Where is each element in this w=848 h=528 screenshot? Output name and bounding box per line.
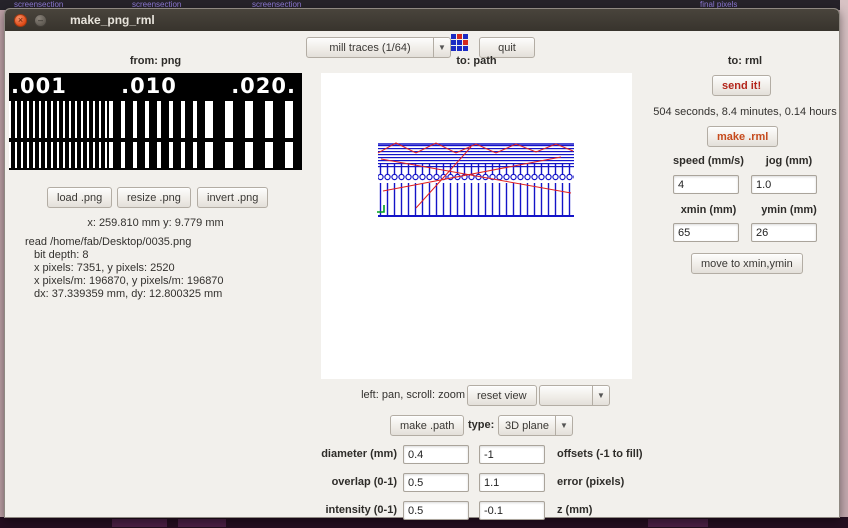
desktop-right-strip <box>840 0 848 528</box>
png-label: .001 <box>11 74 67 98</box>
path-preview-drawing <box>377 142 574 217</box>
fab-modules-logo-icon <box>448 32 470 52</box>
png-info-line: bit depth: 8 <box>34 249 89 261</box>
minimize-button[interactable]: – <box>34 13 47 27</box>
bars-thin <box>9 142 109 168</box>
time-estimate: 504 seconds, 8.4 minutes, 0.14 hours <box>653 106 837 118</box>
window-title: make_png_rml <box>70 13 155 27</box>
png-label: .010 <box>121 74 177 98</box>
error-input[interactable] <box>479 473 545 492</box>
from-png-header: from: png <box>129 55 182 67</box>
png-info-line: x pixels/m: 196870, y pixels/m: 196870 <box>34 275 224 287</box>
view-select-value <box>540 386 592 405</box>
view-select[interactable]: ▼ <box>539 385 610 406</box>
chevron-down-icon[interactable]: ▼ <box>592 386 609 405</box>
make-rml-button[interactable]: make .rml <box>707 126 779 147</box>
logo-cell <box>462 33 468 39</box>
bars-medium <box>108 142 206 168</box>
resize-png-button[interactable]: resize .png <box>117 187 191 208</box>
offsets-input[interactable] <box>479 445 545 464</box>
send-it-button[interactable]: send it! <box>712 75 772 96</box>
desktop-thumbnail <box>112 519 167 527</box>
make-path-button[interactable]: make .path <box>390 415 465 436</box>
close-icon: × <box>17 14 24 25</box>
speed-input[interactable] <box>673 175 739 194</box>
app-window: × – make_png_rml mill traces (1/64) ▼ qu… <box>4 8 840 520</box>
xmin-input[interactable] <box>673 223 739 242</box>
close-button[interactable]: × <box>14 13 27 27</box>
png-info-line: read /home/fab/Desktop/0035.png <box>25 236 192 248</box>
png-info-line: dx: 37.339359 mm, dy: 12.800325 mm <box>34 288 223 300</box>
jog-label: jog (mm) <box>765 155 813 167</box>
xmin-label: xmin (mm) <box>680 204 737 216</box>
reset-view-button[interactable]: reset view <box>467 385 537 406</box>
path-view-canvas[interactable] <box>321 73 632 379</box>
logo-cell <box>462 39 468 45</box>
titlebar[interactable]: × – make_png_rml <box>5 9 839 31</box>
type-select[interactable]: 3D plane ▼ <box>498 415 573 436</box>
overlap-label: overlap (0-1) <box>331 476 397 488</box>
move-to-xmin-ymin-button[interactable]: move to xmin,ymin <box>691 253 803 274</box>
diameter-label: diameter (mm) <box>321 448 397 460</box>
png-info-block: read /home/fab/Desktop/0035.png bit dept… <box>25 236 224 301</box>
desktop-thumbnail <box>178 519 226 527</box>
to-rml-header: to: rml <box>727 55 763 67</box>
logo-cell <box>450 45 456 51</box>
bars-thick <box>205 101 302 138</box>
z-label: z (mm) <box>557 504 593 516</box>
z-input[interactable] <box>479 501 545 520</box>
intensity-input[interactable] <box>403 501 469 520</box>
ymin-label: ymin (mm) <box>761 204 817 216</box>
bars-thick <box>205 142 302 168</box>
type-select-value: 3D plane <box>504 419 550 432</box>
logo-cell <box>456 45 462 51</box>
chevron-down-icon[interactable]: ▼ <box>555 416 572 435</box>
speed-label: speed (mm/s) <box>673 155 744 167</box>
png-info-line: x pixels: 7351, y pixels: 2520 <box>34 262 175 274</box>
png-label: .020. <box>231 74 296 98</box>
minimize-icon: – <box>37 14 43 25</box>
bars-medium <box>108 101 206 138</box>
to-path-header: to: path <box>456 55 497 67</box>
ymin-input[interactable] <box>751 223 817 242</box>
offsets-label: offsets (-1 to fill) <box>557 448 643 460</box>
pan-zoom-hint: left: pan, scroll: zoom <box>361 389 465 401</box>
type-label: type: <box>468 419 495 431</box>
logo-cell <box>450 39 456 45</box>
png-test-bars <box>9 142 302 168</box>
png-size-readout: x: 259.810 mm y: 9.779 mm <box>87 217 224 229</box>
logo-cell <box>456 33 462 39</box>
png-preview-labels: .001 .010 .020. <box>9 73 302 101</box>
jog-input[interactable] <box>751 175 817 194</box>
load-png-button[interactable]: load .png <box>47 187 113 208</box>
invert-png-button[interactable]: invert .png <box>197 187 269 208</box>
png-test-bars <box>9 101 302 138</box>
error-label: error (pixels) <box>557 476 625 488</box>
overlap-input[interactable] <box>403 473 469 492</box>
diameter-input[interactable] <box>403 445 469 464</box>
png-preview: .001 .010 .020. <box>9 73 302 170</box>
logo-cell <box>450 33 456 39</box>
logo-cell <box>462 45 468 51</box>
bars-thin <box>9 101 109 138</box>
desktop-thumbnail <box>648 519 708 527</box>
logo-cell <box>456 39 462 45</box>
intensity-label: intensity (0-1) <box>325 504 397 516</box>
